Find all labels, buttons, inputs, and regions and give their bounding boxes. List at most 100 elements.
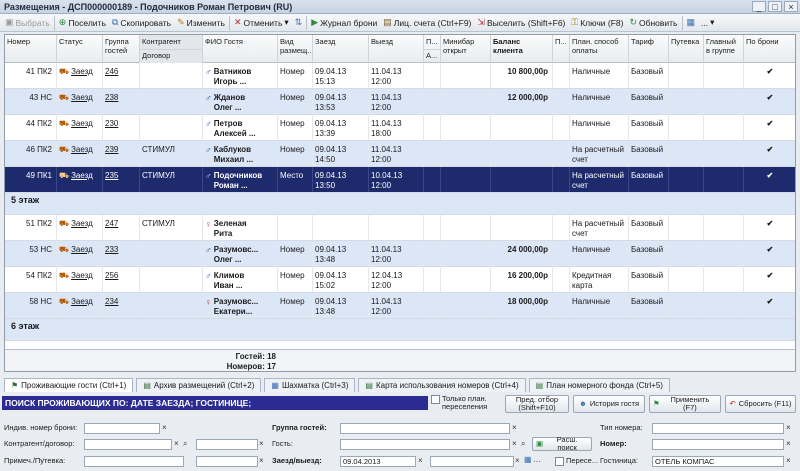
clear-icon[interactable]: × bbox=[259, 456, 264, 466]
group-link[interactable]: 238 bbox=[105, 93, 118, 102]
reset-button[interactable]: ↶ Сбросить (F11) bbox=[725, 395, 796, 413]
search-icon[interactable]: ⌕ bbox=[183, 439, 187, 449]
tab-chessboard[interactable]: ▦ Шахматка (Ctrl+3) bbox=[264, 378, 356, 392]
clear-icon[interactable]: × bbox=[174, 439, 179, 449]
status-link[interactable]: Заезд bbox=[71, 245, 93, 255]
col-guest[interactable]: ФИО Гостя bbox=[203, 35, 278, 63]
col-voucher[interactable]: Путевка bbox=[669, 35, 704, 63]
status-link[interactable]: Заезд bbox=[71, 297, 93, 307]
table-row[interactable]: 41 ПК2 ⛟ Заезд 246 ♂ Ватников Игорь ... Номер 09… bbox=[5, 63, 795, 89]
status-link[interactable]: Заезд bbox=[71, 93, 93, 103]
tab-room-plan[interactable]: ▤ План номерного фонда (Ctrl+5) bbox=[528, 378, 670, 392]
minimize-button[interactable]: _ bbox=[752, 1, 766, 12]
group-link[interactable]: 230 bbox=[105, 119, 118, 128]
booking-number-input[interactable] bbox=[84, 423, 160, 434]
floor-group-row[interactable]: 6 этаж bbox=[5, 319, 795, 341]
col-minibar[interactable]: Минибар открыт bbox=[441, 35, 491, 63]
status-link[interactable]: Заезд bbox=[71, 171, 93, 181]
col-contractor[interactable]: Контрагент Договор bbox=[140, 35, 203, 63]
transfer-checkbox[interactable] bbox=[555, 457, 564, 466]
contract-input[interactable] bbox=[196, 439, 258, 450]
note-input[interactable] bbox=[84, 456, 184, 467]
status-link[interactable]: Заезд bbox=[71, 145, 93, 155]
table-row[interactable]: 43 НС ⛟ Заезд 238 ♂ Жданов Олег ... Номер 09.04.… bbox=[5, 89, 795, 115]
table-row[interactable]: 49 ПК1 ⛟ Заезд 235 СТИМУЛ ♂ Подочников Роман ..… bbox=[5, 167, 795, 193]
table-row[interactable]: 46 ПК2 ⛟ Заезд 239 СТИМУЛ ♂ Каблуков Михаил ...… bbox=[5, 141, 795, 167]
col-p2[interactable]: П... bbox=[553, 35, 570, 63]
sort-button[interactable]: ⇅ bbox=[292, 15, 306, 31]
keys-button[interactable]: ⚿ Ключи (F8) bbox=[568, 15, 626, 31]
tab-current-guests[interactable]: ⚑ Проживающие гости (Ctrl+1) bbox=[4, 378, 134, 392]
col-group[interactable]: Группа гостей bbox=[103, 35, 140, 63]
clear-icon[interactable]: × bbox=[259, 439, 264, 449]
group-link[interactable]: 233 bbox=[105, 245, 118, 254]
col-p[interactable]: П... А... bbox=[424, 35, 441, 63]
col-status[interactable]: Статус bbox=[57, 35, 103, 63]
col-tariff[interactable]: Тариф bbox=[629, 35, 669, 63]
clear-icon[interactable]: × bbox=[515, 456, 520, 466]
room-type-input[interactable] bbox=[652, 423, 784, 434]
col-a[interactable]: А... bbox=[424, 49, 440, 61]
col-stay-type[interactable]: Вид размещ... bbox=[278, 35, 313, 63]
group-link[interactable]: 235 bbox=[105, 171, 118, 180]
col-arrival[interactable]: Заезд bbox=[313, 35, 369, 63]
clear-icon[interactable]: × bbox=[786, 423, 791, 433]
table-row[interactable]: 54 ПК2 ⛟ Заезд 256 ♂ Климов Иван ... Номер 09.04… bbox=[5, 267, 795, 293]
calendar-icon[interactable]: ▦ bbox=[524, 455, 532, 465]
status-link[interactable]: Заезд bbox=[71, 67, 93, 77]
table-row[interactable]: 58 НС ⛟ Заезд 234 ♀ Разумовс... Екатери... Номе… bbox=[5, 293, 795, 319]
clear-icon[interactable]: × bbox=[512, 423, 517, 433]
grid-settings-button[interactable]: ▦ bbox=[684, 15, 699, 31]
clear-icon[interactable]: × bbox=[162, 423, 167, 433]
col-main-in-group[interactable]: Главный в группе bbox=[704, 35, 744, 63]
col-payment[interactable]: План. способ оплаты bbox=[570, 35, 629, 63]
status-link[interactable]: Заезд bbox=[71, 219, 93, 229]
arrival-date-input[interactable]: 09.04.2013 bbox=[340, 456, 416, 467]
hotel-input[interactable]: ОТЕЛЬ КОМПАС bbox=[652, 456, 784, 467]
table-row[interactable]: 53 НС ⛟ Заезд 233 ♂ Разумовс... Олег ... Номер 0… bbox=[5, 241, 795, 267]
status-link[interactable]: Заезд bbox=[71, 119, 93, 129]
maximize-button[interactable]: □ bbox=[768, 1, 782, 12]
col-balance[interactable]: Баланс клиента bbox=[491, 35, 553, 63]
departure-date-input[interactable] bbox=[430, 456, 514, 467]
refresh-button[interactable]: ↻ Обновить bbox=[626, 15, 680, 31]
room-input[interactable] bbox=[652, 439, 784, 450]
apply-button[interactable]: ⚑ Применить (F7) bbox=[649, 395, 721, 413]
group-link[interactable]: 234 bbox=[105, 297, 118, 306]
personal-accounts-button[interactable]: ▤ Лиц. счета (Ctrl+F9) bbox=[380, 15, 474, 31]
clear-icon[interactable]: × bbox=[418, 456, 423, 466]
group-link[interactable]: 247 bbox=[105, 219, 118, 228]
contractor-input[interactable] bbox=[84, 439, 172, 450]
booking-log-button[interactable]: ▶ Журнал брони bbox=[308, 15, 380, 31]
copy-button[interactable]: ⧉ Скопировать bbox=[109, 15, 174, 31]
col-departure[interactable]: Выезд bbox=[369, 35, 424, 63]
guest-input[interactable] bbox=[340, 439, 510, 450]
options-icon[interactable]: … bbox=[533, 455, 541, 465]
extended-search-button[interactable]: ▣ Расш. поиск bbox=[532, 436, 592, 452]
checkout-button[interactable]: ⇲ Выселить (Shift+F6) bbox=[474, 15, 568, 31]
cancel-button[interactable]: ✕ Отменить ▾ bbox=[231, 15, 292, 31]
more-actions-button[interactable]: ... ▾ bbox=[698, 15, 717, 31]
clear-icon[interactable]: × bbox=[786, 456, 791, 466]
table-row[interactable]: 51 ПК2 ⛟ Заезд 247 СТИМУЛ ♀ Зеленая Рита На расч… bbox=[5, 215, 795, 241]
floor-group-row[interactable]: 5 этаж bbox=[5, 193, 795, 215]
tab-archive[interactable]: ▤ Архив размещений (Ctrl+2) bbox=[136, 378, 262, 392]
status-link[interactable]: Заезд bbox=[71, 271, 93, 281]
clear-icon[interactable]: × bbox=[512, 439, 517, 449]
col-by-booking[interactable]: По брони bbox=[744, 35, 795, 63]
voucher-input[interactable] bbox=[196, 456, 258, 467]
search-icon[interactable]: ⌕ bbox=[521, 439, 525, 449]
clear-icon[interactable]: × bbox=[786, 439, 791, 449]
group-link[interactable]: 239 bbox=[105, 145, 118, 154]
guest-history-button[interactable]: ☻ История гостя bbox=[573, 395, 645, 413]
select-button[interactable]: ▣ Выбрать bbox=[2, 15, 53, 31]
group-link[interactable]: 246 bbox=[105, 67, 118, 76]
tab-room-usage-map[interactable]: ▤ Карта использования номеров (Ctrl+4) bbox=[358, 378, 526, 392]
guest-group-input[interactable] bbox=[340, 423, 510, 434]
edit-button[interactable]: ✎ Изменить bbox=[174, 15, 228, 31]
table-row[interactable]: 44 ПК2 ⛟ Заезд 230 ♂ Петров Алексей ... Номер 09… bbox=[5, 115, 795, 141]
only-planned-checkbox[interactable]: Только план. переселения bbox=[431, 395, 500, 411]
previous-selection-button[interactable]: Пред. отбор (Shift+F10) bbox=[505, 395, 569, 413]
checkbox-box[interactable] bbox=[431, 395, 440, 404]
checkin-button[interactable]: ⊕ Поселить bbox=[56, 15, 109, 31]
